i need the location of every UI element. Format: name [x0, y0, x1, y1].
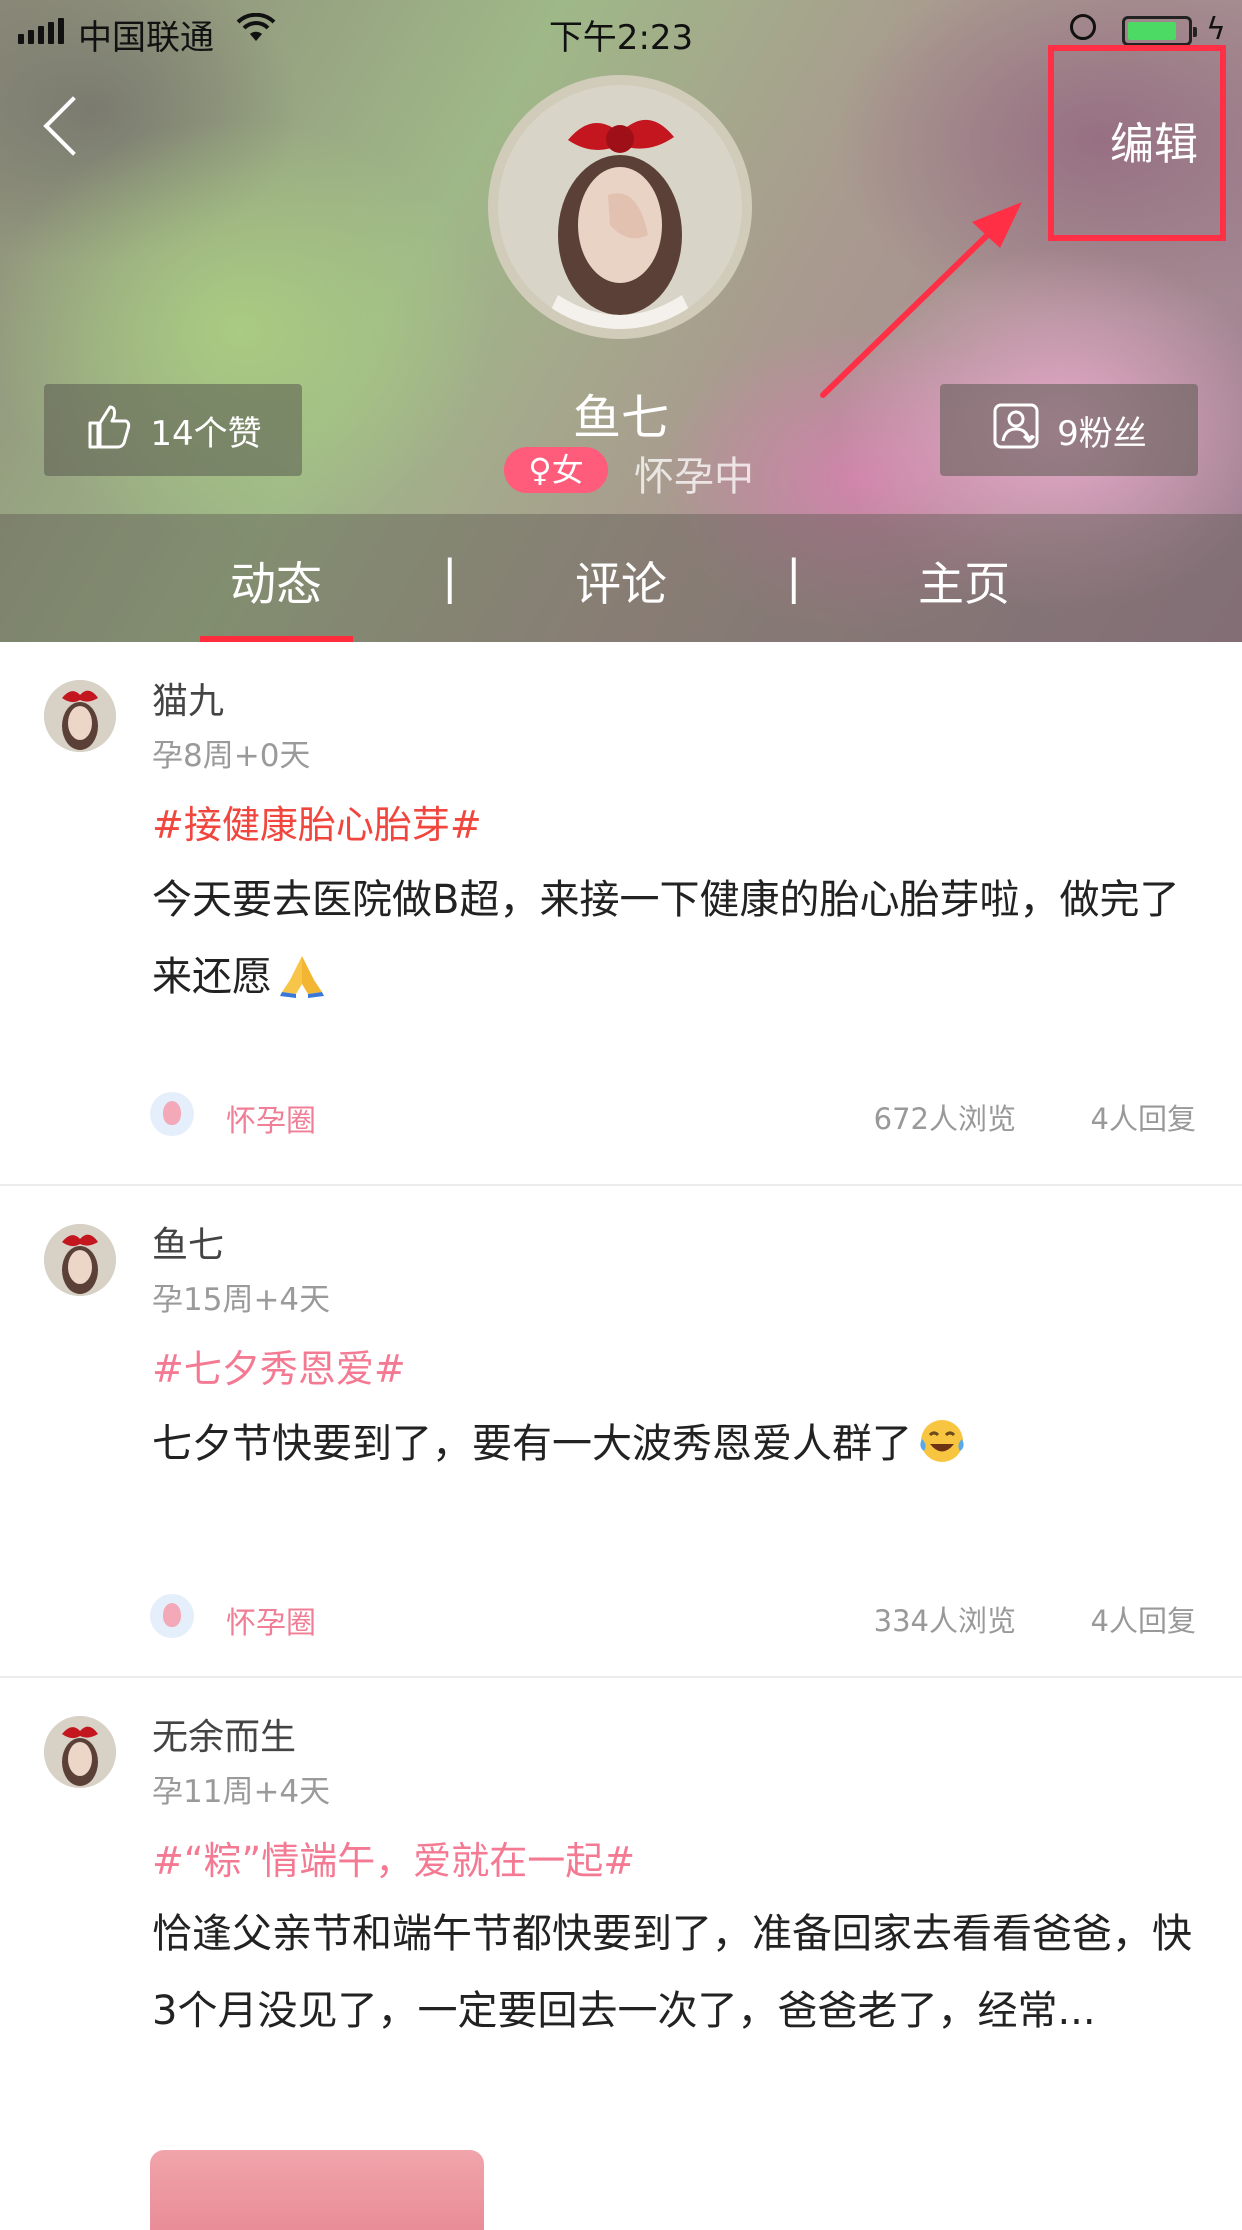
post-avatar[interactable] — [44, 1224, 116, 1296]
post-pregnancy-week: 孕11周+4天 — [152, 1774, 331, 1810]
post-avatar[interactable] — [44, 1716, 116, 1788]
post-body[interactable]: 今天要去医院做B超，来接一下健康的胎心胎芽啦，做完了来还愿 — [152, 862, 1192, 1016]
post-topic[interactable]: #七夕秀恩爱# — [152, 1338, 406, 1393]
circle-icon — [150, 1092, 194, 1136]
post-username[interactable]: 无余而生 — [152, 1708, 296, 1760]
post-card[interactable]: 鱼七 孕15周+4天 #七夕秀恩爱# 七夕节快要到了，要有一大波秀恩爱人群了 怀… — [0, 1186, 1242, 1678]
post-view-count: 672人浏览 — [873, 1102, 1016, 1136]
circle-icon — [150, 1594, 194, 1638]
post-topic[interactable]: #接健康胎心胎芽# — [152, 794, 482, 849]
post-topic[interactable]: #“粽”情端午，爱就在一起# — [152, 1830, 635, 1885]
tears-of-joy-emoji-icon — [916, 1414, 968, 1462]
post-avatar[interactable] — [44, 680, 116, 752]
post-reply-count: 4人回复 — [1090, 1604, 1196, 1638]
post-card[interactable]: 无余而生 孕11周+4天 #“粽”情端午，爱就在一起# 恰逢父亲节和端午节都快要… — [0, 1678, 1242, 2208]
post-username[interactable]: 猫九 — [152, 672, 224, 724]
post-circle-link[interactable]: 怀孕圈 — [226, 1598, 316, 1642]
post-card[interactable]: 猫九 孕8周+0天 #接健康胎心胎芽# 今天要去医院做B超，来接一下健康的胎心胎… — [0, 642, 1242, 1186]
profile-header: 中国联通 下午2:23 ϟ 鱼七 ♀女 怀孕中 14个赞 9粉丝 动态 | 评论… — [0, 0, 1242, 642]
post-body[interactable]: 恰逢父亲节和端午节都快要到了，准备回家去看看爸爸，快3个月没见了，一定要回去一次… — [152, 1896, 1192, 2050]
post-body[interactable]: 七夕节快要到了，要有一大波秀恩爱人群了 — [152, 1406, 1192, 1483]
post-pregnancy-week: 孕15周+4天 — [152, 1282, 331, 1318]
post-pregnancy-week: 孕8周+0天 — [152, 738, 311, 774]
post-reply-count: 4人回复 — [1090, 1102, 1196, 1136]
post-username[interactable]: 鱼七 — [152, 1216, 224, 1268]
post-image[interactable] — [150, 2150, 484, 2230]
post-view-count: 334人浏览 — [873, 1604, 1016, 1638]
post-circle-link[interactable]: 怀孕圈 — [226, 1096, 316, 1140]
post-body-text: 七夕节快要到了，要有一大波秀恩爱人群了 — [152, 1421, 912, 1467]
folded-hands-emoji-icon — [276, 947, 328, 998]
edit-button[interactable]: 编辑 — [1110, 108, 1198, 172]
